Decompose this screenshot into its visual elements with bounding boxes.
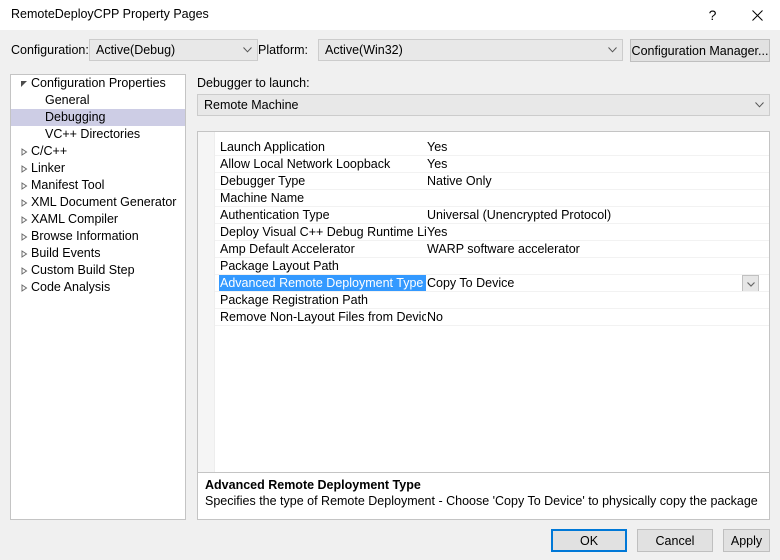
property-row[interactable]: Deploy Visual C++ Debug Runtime LibrariY… [198,224,769,241]
property-value: Native Only [427,174,492,188]
tree-item-label: Custom Build Step [31,263,135,277]
property-name: Amp Default Accelerator [220,242,355,256]
property-value: Yes [427,140,448,154]
tree-item-label: Linker [31,161,66,175]
triangle-right-icon[interactable] [17,245,31,262]
property-value: Yes [427,225,448,239]
property-name: Machine Name [220,191,305,205]
configuration-tree[interactable]: Configuration Properties General Debugging… [10,74,186,520]
ok-button[interactable]: OK [551,529,627,552]
property-pages-dialog: RemoteDeployCPP Property Pages ? Configu… [0,0,780,560]
tree-item-build-events[interactable]: Build Events [11,245,185,262]
property-value: Universal (Unencrypted Protocol) [427,208,612,222]
chevron-down-icon [237,47,257,53]
tree-item-configuration-properties[interactable]: Configuration Properties [11,75,185,92]
property-name: Authentication Type [220,208,330,222]
property-name: Deploy Visual C++ Debug Runtime Librari [220,225,426,239]
configuration-manager-button[interactable]: Configuration Manager... [630,39,770,62]
property-name: Debugger Type [220,174,306,188]
property-name: Launch Application [220,140,325,154]
debugger-to-launch-select[interactable]: Remote Machine [197,94,770,116]
triangle-right-icon[interactable] [17,211,31,228]
property-row[interactable]: Amp Default Accelerator WARP software acc… [198,241,769,258]
tree-item-label: XML Document Generator [31,195,177,209]
property-row[interactable]: Machine Name [198,190,769,207]
window-title: RemoteDeployCPP Property Pages [11,7,209,21]
description-pane: Advanced Remote Deployment Type Specifie… [198,473,769,519]
description-title: Advanced Remote Deployment Type [205,478,421,492]
tree-item-label: VC++ Directories [45,127,141,141]
tree-item-label: Build Events [31,246,101,260]
close-button[interactable] [735,0,780,30]
property-value-dropdown-button[interactable] [742,275,759,292]
tree-item-label: Debugging [45,110,106,124]
tree-item-label: C/C++ [31,144,68,158]
tree-item-label: Code Analysis [31,280,111,294]
tree-item-custom-build-step[interactable]: Custom Build Step [11,262,185,279]
debugger-to-launch-label: Debugger to launch: [197,76,310,90]
tree-item-label: XAML Compiler [31,212,119,226]
platform-value: Active(Win32) [325,43,403,57]
property-row[interactable]: Package Layout Path [198,258,769,275]
configuration-value: Active(Debug) [96,43,176,57]
property-row[interactable]: Authentication Type Universal (Unencrypte… [198,207,769,224]
description-text: Specifies the type of Remote Deployment … [205,494,762,508]
triangle-right-icon[interactable] [17,228,31,245]
property-row[interactable]: Remove Non-Layout Files from Device No [198,309,769,326]
tree-item-xaml-compiler[interactable]: XAML Compiler [11,211,185,228]
property-row[interactable]: Allow Local Network Loopback Yes [198,156,769,173]
tree-item-label: Configuration Properties [31,76,166,90]
property-value[interactable]: Copy To Device [427,275,757,292]
tree-item-xml-document-generator[interactable]: XML Document Generator [11,194,185,211]
triangle-right-icon[interactable] [17,160,31,177]
property-name: Package Layout Path [220,259,339,273]
debugger-to-launch-value: Remote Machine [204,98,299,112]
property-name: Advanced Remote Deployment Type [219,275,426,292]
property-row[interactable]: Package Registration Path [198,292,769,309]
tree-item-c-c[interactable]: C/C++ [11,143,185,160]
property-row[interactable]: Debugger Type Native Only [198,173,769,190]
tree-item-linker[interactable]: Linker [11,160,185,177]
configuration-label: Configuration: [11,43,89,57]
triangle-right-icon[interactable] [17,177,31,194]
configuration-bar: Configuration: Active(Debug) Platform: A… [0,30,780,72]
tree-item-debugging[interactable]: Debugging [11,109,185,126]
property-name: Allow Local Network Loopback [220,157,391,171]
chevron-down-icon [746,275,755,292]
configuration-select[interactable]: Active(Debug) [89,39,258,61]
triangle-right-icon[interactable] [17,262,31,279]
platform-label: Platform: [258,43,309,57]
triangle-right-icon[interactable] [17,279,31,296]
tree-item-vc-directories[interactable]: VC++ Directories [11,126,185,143]
help-button[interactable]: ? [690,0,735,30]
property-name: Package Registration Path [220,293,369,307]
chevron-down-icon [602,47,622,53]
tree-item-manifest-tool[interactable]: Manifest Tool [11,177,185,194]
property-value: Yes [427,157,448,171]
property-name: Remove Non-Layout Files from Device [220,310,426,324]
question-mark-icon: ? [708,7,717,23]
tree-item-label: General [45,93,90,107]
property-value: No [427,310,443,324]
tree-item-label: Browse Information [31,229,139,243]
triangle-down-icon[interactable] [17,75,31,92]
chevron-down-icon [749,102,769,108]
close-icon [752,9,763,21]
row-divider [215,325,769,326]
platform-select[interactable]: Active(Win32) [318,39,623,61]
tree-item-label: Manifest Tool [31,178,105,192]
apply-button[interactable]: Apply [723,529,770,552]
triangle-right-icon[interactable] [17,143,31,160]
property-row[interactable]: Advanced Remote Deployment Type Copy To D… [198,275,769,292]
property-grid[interactable]: Launch Application Yes Allow Local Network… [197,131,770,520]
title-bar: RemoteDeployCPP Property Pages ? [0,0,780,30]
property-value: WARP software accelerator [427,242,580,256]
triangle-right-icon[interactable] [17,194,31,211]
tree-item-general[interactable]: General [11,92,185,109]
tree-item-code-analysis[interactable]: Code Analysis [11,279,185,296]
tree-item-browse-information[interactable]: Browse Information [11,228,185,245]
property-row[interactable]: Launch Application Yes [198,139,769,156]
cancel-button[interactable]: Cancel [637,529,713,552]
